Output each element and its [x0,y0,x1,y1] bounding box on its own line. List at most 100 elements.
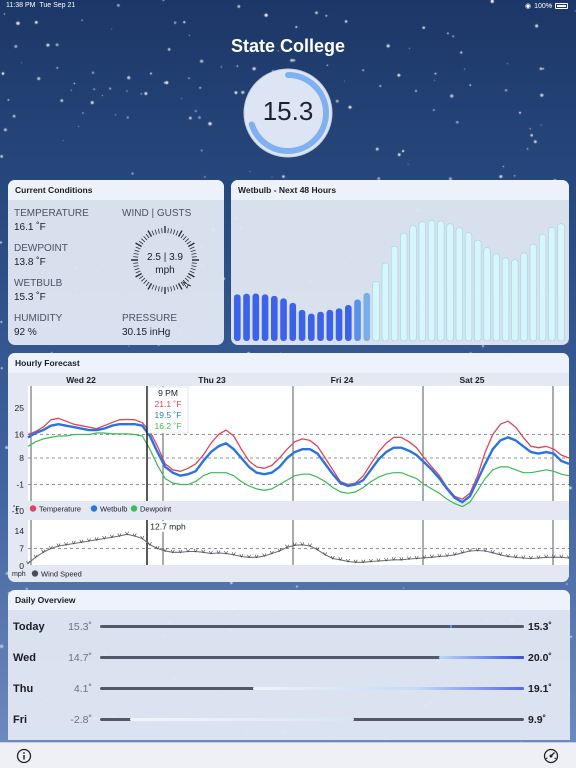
status-bar: 11:38 PM Tue Sep 21 ◉ 100% [0,0,576,12]
daily-range-fill [449,625,453,628]
day-label: Wed 22 [66,375,96,385]
wetbulb-48h-panel: Wetbulb - Next 48 Hours [231,180,569,345]
daily-high: 19.1˚ [528,683,552,695]
wetbulb-bar [381,262,389,342]
info-icon[interactable] [16,748,32,764]
wetbulb-48h-chart [234,220,565,342]
wetbulb-bar [511,259,519,342]
dewpoint-legend-dot [130,505,138,512]
daily-range-bar [100,625,524,628]
settings-gauge-icon[interactable] [543,748,559,764]
wetbulb-bar [271,295,278,341]
day-label: Sat 25 [459,375,484,385]
wind-dial-tick [145,281,150,287]
pressure-value: 30.15 inHg [122,327,171,338]
hourly-forecast-panel: Hourly Forecast Wed 22 Thu 23 Fri 24 Sat 25… [8,353,569,582]
hourly-forecast-title: Hourly Forecast [8,353,569,373]
daily-low: 15.3˚ [68,621,92,633]
dewpoint-legend: Dewpoint [140,505,172,514]
wetbulb-bar [400,232,408,342]
daily-range-bar [100,718,524,721]
wetbulb-bar [455,227,463,342]
wind-dial-tick [143,279,148,285]
temperature-axis-tick: 16 [15,429,25,439]
wetbulb-bar [345,305,352,341]
temperature-legend: Temperature [39,505,81,514]
wetbulb-value: 15.3 ˚F [14,292,46,303]
wind-axis-tick: 7 [19,544,24,554]
wind-dial-tick [147,283,153,290]
temperature-label: TEMPERATURE [14,208,89,219]
daily-day-label: Today [13,621,45,633]
tooltip-temperature: 21.1 ˚F [155,399,182,409]
wind-direction-arrow-icon [181,281,192,289]
location-name[interactable]: State College [0,36,576,57]
wetbulb-bar [354,299,361,341]
daily-row-fri[interactable]: Fri -2.8˚ 9.9˚ [8,710,570,730]
wind-plot-area [28,520,569,565]
daily-low: 4.1˚ [73,683,92,695]
temperature-unit: ˚F [13,505,20,513]
wetbulb-legend-dot [90,505,98,512]
daily-row-wed[interactable]: Wed 14.7˚ 20.0˚ [8,648,570,668]
wetbulb-bar [483,247,491,342]
wetbulb-bar [243,293,250,341]
wind-dial-tick [140,238,146,243]
wifi-icon: ◉ [524,3,532,10]
wetbulb-48h-title: Wetbulb - Next 48 Hours [231,180,569,200]
wind-legend-dot [31,570,39,577]
daily-low: -2.8˚ [70,714,92,726]
wetbulb-bar [418,221,426,342]
day-label: Thu 23 [198,375,226,385]
daily-row-today[interactable]: Today 15.3˚ 15.3˚ [8,617,570,637]
daily-high: 20.0˚ [528,652,552,664]
wetbulb-gauge-value: 15.3 [262,96,314,126]
wind-dial-tick [188,242,195,248]
temperature-plot-area [28,386,569,501]
wetbulb-bar [390,245,399,342]
wetbulb-bar [252,293,260,341]
wetbulb-bar [557,223,565,342]
wind-dial-tick [135,246,141,250]
day-label: Fri 24 [331,375,354,385]
wind-dial-tick [182,235,187,241]
daily-row-thu[interactable]: Thu 4.1˚ 19.1˚ [8,679,570,699]
wind-dial-tick [138,240,144,245]
daily-low: 14.7˚ [68,652,92,664]
wetbulb-bar [261,294,269,341]
wetbulb-bar [363,292,371,341]
wind-unit: mph [12,571,26,578]
daily-range-fill [129,718,355,721]
humidity-value: 92 % [14,327,37,338]
temperature-value: 16.1 ˚F [14,222,46,233]
wind-dial-tick [189,246,195,250]
status-time-date: 11:38 PM Tue Sep 21 [6,2,76,9]
wind-dial-tick [186,240,192,245]
wind-tooltip-value: 12.7 mph [150,522,186,532]
wind-readout: 2.5 | 3.9 mph [129,251,201,277]
wetbulb-bar [372,280,380,342]
tooltip-time: 9 PM [158,388,178,398]
daily-day-label: Wed [13,652,37,664]
wind-dial-tick [157,286,160,292]
wetbulb-bar [326,309,334,341]
daily-day-label: Fri [13,714,28,726]
daily-overview-panel: Daily Overview Today 15.3˚ 15.3˚ Wed 14.… [8,590,570,740]
wind-dial-tick [167,286,169,292]
wetbulb-bar [464,232,473,342]
temperature-axis-tick: 8 [19,453,24,463]
battery-percent: 100% [534,2,552,10]
tooltip-dewpoint: 16.2 ˚F [155,421,182,431]
daily-range-fill [252,687,524,690]
battery-icon [555,3,568,9]
wetbulb-bar [538,233,547,342]
daily-high: 15.3˚ [528,621,552,633]
wind-dial-tick [184,238,190,243]
wind-dial-tick [143,235,148,241]
pressure-label: PRESSURE [122,313,178,324]
tooltip-wetbulb: 19.5 ˚F [155,410,182,420]
wind-dial-tick [172,285,176,291]
hourly-forecast-chart[interactable]: Wed 22 Thu 23 Fri 24 Sat 2525168-1-109 PM21… [8,373,569,582]
wind-gusts-label: WIND | GUSTS [122,208,192,219]
wind-dial-tick [161,286,163,292]
